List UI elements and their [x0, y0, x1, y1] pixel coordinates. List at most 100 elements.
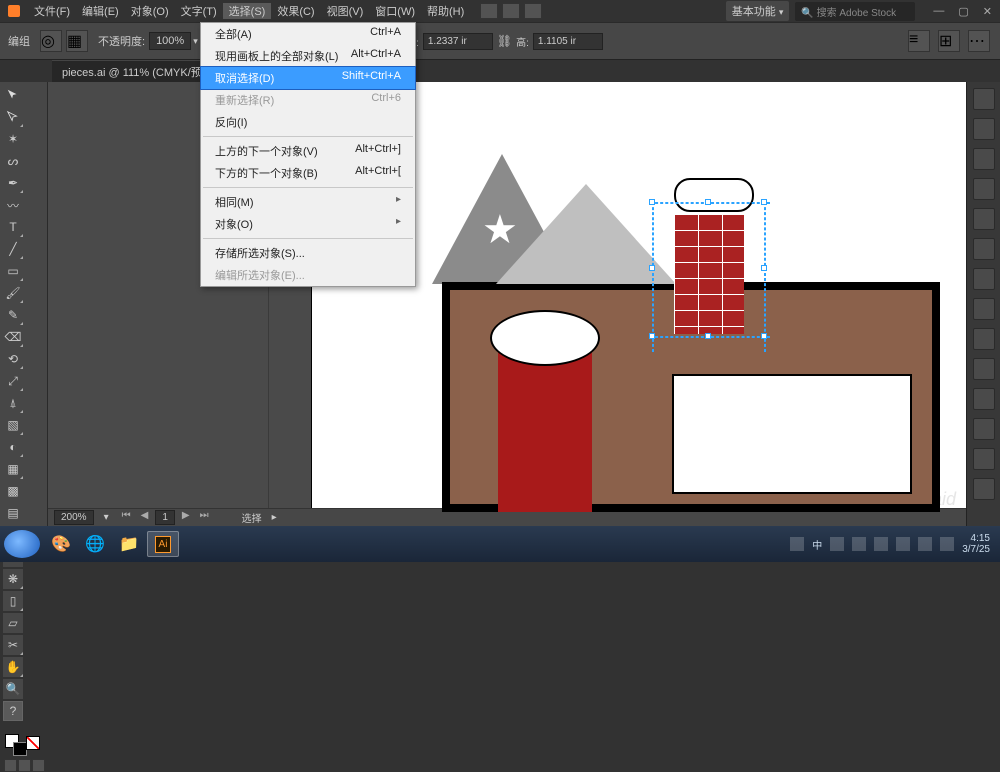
- gradient-tool-icon[interactable]: ▤: [3, 503, 23, 523]
- start-button-icon[interactable]: [4, 530, 40, 558]
- selection-handle[interactable]: [649, 199, 655, 205]
- draw-inside-icon[interactable]: [32, 759, 45, 772]
- menu-item[interactable]: 对象(O): [201, 213, 415, 235]
- artboard-index-input[interactable]: 1: [155, 510, 175, 525]
- shaper-tool-icon[interactable]: ✎: [3, 305, 23, 325]
- free-transform-icon[interactable]: ▧: [3, 415, 23, 435]
- graph-tool-icon[interactable]: ▯: [3, 591, 23, 611]
- shape-builder-icon[interactable]: ◐: [3, 437, 23, 457]
- brush-tool-icon[interactable]: 🖌: [3, 283, 23, 303]
- h-input[interactable]: 1.1105 ir: [533, 33, 603, 50]
- appearance-panel-icon[interactable]: [973, 358, 995, 380]
- menu-item[interactable]: 现用画板上的全部对象(L)Alt+Ctrl+A: [201, 45, 415, 67]
- menu-effect[interactable]: 效果(C): [271, 3, 320, 19]
- menu-help[interactable]: 帮助(H): [421, 3, 470, 19]
- width-tool-icon[interactable]: ⍋: [3, 393, 23, 413]
- menu-edit[interactable]: 编辑(E): [76, 3, 125, 19]
- nav-first-icon[interactable]: ⏮: [119, 510, 134, 525]
- tray-ime-label[interactable]: 中: [812, 537, 822, 552]
- selection-handle[interactable]: [761, 333, 767, 339]
- artboards-panel-icon[interactable]: [973, 478, 995, 500]
- edit-contents-icon[interactable]: ▦: [66, 30, 88, 52]
- menu-view[interactable]: 视图(V): [321, 3, 370, 19]
- transparency-panel-icon[interactable]: [973, 328, 995, 350]
- selection-handle[interactable]: [649, 265, 655, 271]
- tray-battery-icon[interactable]: [918, 537, 932, 551]
- stock-icon[interactable]: [502, 3, 520, 19]
- rotate-tool-icon[interactable]: ⟲: [3, 349, 23, 369]
- tray-shield-icon[interactable]: [852, 537, 866, 551]
- scale-tool-icon[interactable]: ⤢: [3, 371, 23, 391]
- canvas[interactable]: ★: [48, 82, 966, 526]
- zoom-dropdown-icon[interactable]: ▾: [104, 512, 109, 523]
- perspective-grid-icon[interactable]: ▦: [3, 459, 23, 479]
- tray-network-icon[interactable]: [874, 537, 888, 551]
- menu-file[interactable]: 文件(F): [28, 3, 76, 19]
- gradient-panel-icon[interactable]: [973, 298, 995, 320]
- nav-prev-icon[interactable]: ◀: [138, 510, 152, 525]
- zoom-input[interactable]: 200%: [54, 510, 94, 525]
- symbols-panel-icon[interactable]: [973, 238, 995, 260]
- fill-stroke-swatch[interactable]: [3, 732, 44, 756]
- arrange-icon[interactable]: [524, 3, 542, 19]
- window-min-icon[interactable]: —: [933, 5, 944, 18]
- layers-panel-icon[interactable]: [973, 418, 995, 440]
- menu-type[interactable]: 文字(T): [175, 3, 223, 19]
- workspace-switcher[interactable]: 基本功能 ▾: [726, 1, 790, 21]
- selection-handle[interactable]: [761, 199, 767, 205]
- zoom-tool-icon[interactable]: 🔍: [3, 679, 23, 699]
- symbol-sprayer-icon[interactable]: ❋: [3, 569, 23, 589]
- menu-item[interactable]: 上方的下一个对象(V)Alt+Ctrl+]: [201, 140, 415, 162]
- window-max-icon[interactable]: ▢: [958, 5, 968, 18]
- opacity-input[interactable]: 100%: [149, 32, 191, 50]
- target-indicator-icon[interactable]: ◎: [40, 30, 62, 52]
- taskbar-paint-icon[interactable]: 🎨: [45, 531, 77, 557]
- rectangle-tool-icon[interactable]: ▭: [3, 261, 23, 281]
- status-dropdown-icon[interactable]: ▸: [272, 512, 277, 523]
- menu-item[interactable]: 反向(I): [201, 111, 415, 133]
- menu-window[interactable]: 窗口(W): [369, 3, 421, 19]
- help-tool-icon[interactable]: ?: [3, 701, 23, 721]
- properties-panel-icon[interactable]: [973, 88, 995, 110]
- artwork-brick-chimney[interactable]: [674, 214, 744, 334]
- w-input[interactable]: 1.2337 ir: [423, 33, 493, 50]
- eraser-tool-icon[interactable]: ⌫: [3, 327, 23, 347]
- swatches-panel-icon[interactable]: [973, 178, 995, 200]
- stroke-panel-icon[interactable]: [973, 268, 995, 290]
- menu-select[interactable]: 选择(S): [223, 3, 272, 19]
- align-icon[interactable]: ≡: [908, 30, 930, 52]
- window-close-icon[interactable]: ✕: [983, 5, 992, 18]
- type-tool-icon[interactable]: T: [3, 217, 23, 237]
- hand-tool-icon[interactable]: ✋: [3, 657, 23, 677]
- tray-volume-icon[interactable]: [940, 537, 954, 551]
- stroke-swatch-icon[interactable]: [13, 742, 27, 756]
- tray-clock[interactable]: 4:15 3/7/25: [962, 533, 990, 555]
- brushes-panel-icon[interactable]: [973, 208, 995, 230]
- menu-object[interactable]: 对象(O): [125, 3, 175, 19]
- libraries-panel-icon[interactable]: [973, 118, 995, 140]
- draw-behind-icon[interactable]: [18, 759, 31, 772]
- selection-handle[interactable]: [705, 199, 711, 205]
- asset-export-panel-icon[interactable]: [973, 448, 995, 470]
- nav-last-icon[interactable]: ⏭: [197, 510, 212, 525]
- tray-settings-icon[interactable]: [830, 537, 844, 551]
- color-panel-icon[interactable]: [973, 148, 995, 170]
- opacity-dropdown-icon[interactable]: ▾: [193, 36, 198, 47]
- magic-wand-tool-icon[interactable]: ✶: [3, 129, 23, 149]
- pen-tool-icon[interactable]: ✒: [3, 173, 23, 193]
- nav-next-icon[interactable]: ▶: [179, 510, 193, 525]
- menu-item[interactable]: 相同(M): [201, 191, 415, 213]
- menu-item[interactable]: 全部(A)Ctrl+A: [201, 23, 415, 45]
- selection-handle[interactable]: [649, 333, 655, 339]
- lasso-tool-icon[interactable]: ᔕ: [3, 151, 23, 171]
- link-wh-icon[interactable]: ⛓: [497, 34, 512, 48]
- line-tool-icon[interactable]: ╱: [3, 239, 23, 259]
- menu-item[interactable]: 存储所选对象(S)...: [201, 242, 415, 264]
- menu-item[interactable]: 取消选择(D)Shift+Ctrl+A: [201, 67, 415, 89]
- selection-handle[interactable]: [761, 265, 767, 271]
- draw-normal-icon[interactable]: [4, 759, 17, 772]
- tray-notification-icon[interactable]: [790, 537, 804, 551]
- taskbar-explorer-icon[interactable]: 📁: [113, 531, 145, 557]
- selection-handle[interactable]: [705, 333, 711, 339]
- transform-panel-icon[interactable]: ⊞: [938, 30, 960, 52]
